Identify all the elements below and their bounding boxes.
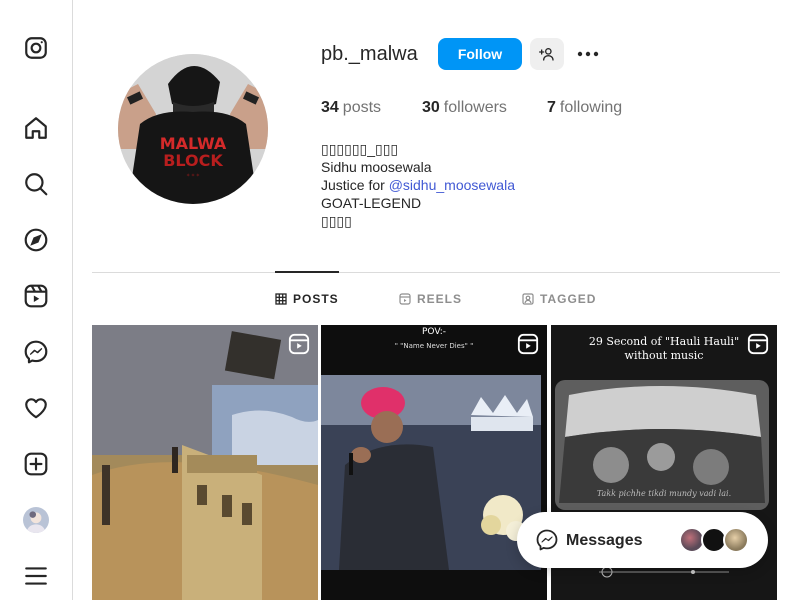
explore-icon[interactable] — [22, 226, 50, 254]
profile-picture[interactable]: MALWA BLOCK * * * — [118, 54, 268, 204]
grid-icon — [275, 293, 287, 305]
bio-line-3: Justice for @sidhu_moosewala — [321, 176, 515, 194]
post-3-caption: Takk pichhe tikdi mundy vadi lai. — [596, 489, 732, 498]
post-2-subtitle: " "Name Never Dies" " — [394, 342, 474, 350]
bio-line-4: GOAT-LEGEND — [321, 195, 422, 211]
posts-stat: 34 posts — [321, 99, 381, 117]
bio-line-5: ▯▯▯▯ — [321, 213, 352, 229]
post-1-image — [92, 325, 318, 600]
tabs-divider — [92, 272, 780, 273]
profile-avatar[interactable] — [22, 506, 50, 534]
tab-posts-label: POSTS — [293, 292, 339, 306]
reels-icon[interactable] — [22, 282, 50, 310]
post-thumbnail[interactable]: POV:- " "Name Never Dies" " — [321, 325, 547, 600]
messenger-icon — [536, 529, 558, 551]
bio-mention-link[interactable]: @sidhu_moosewala — [389, 177, 515, 193]
add-person-icon — [539, 48, 554, 61]
reels-tab-icon — [399, 293, 411, 305]
menu-icon[interactable] — [22, 562, 50, 590]
post-2-image — [321, 325, 547, 600]
active-tab-indicator — [275, 271, 339, 273]
follow-button[interactable]: Follow — [438, 38, 522, 70]
tagged-icon — [522, 293, 534, 305]
messenger-icon[interactable] — [22, 338, 50, 366]
post-3-title: 29 Second of "Hauli Hauli" without music — [588, 335, 740, 362]
followers-count: 30 — [422, 99, 440, 116]
post-thumbnail[interactable] — [92, 325, 318, 600]
profile-bio: ▯▯▯▯▯▯_▯▯▯ Sidhu moosewala Justice for @… — [321, 140, 515, 230]
tab-posts[interactable]: POSTS — [275, 292, 339, 306]
tab-reels-label: REELS — [417, 292, 463, 306]
post-2-title: POV:- — [421, 327, 447, 337]
sidebar — [0, 0, 73, 600]
reel-badge-icon — [747, 333, 769, 355]
bio-line-3-prefix: Justice for — [321, 177, 389, 193]
followers-stat[interactable]: 30 followers — [422, 99, 507, 117]
followers-label: followers — [443, 99, 507, 116]
posts-label: posts — [342, 99, 382, 116]
bio-line-2: Sidhu moosewala — [321, 159, 432, 175]
posts-count: 34 — [321, 99, 339, 116]
reel-badge-icon — [517, 333, 539, 355]
svg-text:BLOCK: BLOCK — [163, 151, 223, 170]
message-avatar — [723, 527, 749, 553]
tab-tagged-label: TAGGED — [540, 292, 597, 306]
reel-badge-icon — [288, 333, 310, 355]
suggested-users-button[interactable] — [530, 38, 564, 70]
svg-text:* * *: * * * — [187, 173, 200, 180]
bio-line-1: ▯▯▯▯▯▯_▯▯▯ — [321, 141, 399, 157]
tab-reels[interactable]: REELS — [399, 292, 462, 306]
more-options-button[interactable] — [574, 42, 602, 66]
heart-icon[interactable] — [22, 394, 50, 422]
instagram-icon[interactable] — [22, 34, 50, 62]
home-icon[interactable] — [22, 114, 50, 142]
more-dots-icon — [577, 51, 599, 57]
following-stat[interactable]: 7 following — [547, 99, 622, 117]
search-icon[interactable] — [22, 170, 50, 198]
messages-label: Messages — [566, 532, 643, 549]
profile-username: pb._malwa — [321, 43, 418, 65]
following-count: 7 — [547, 99, 556, 116]
messages-button[interactable]: Messages — [517, 512, 768, 568]
following-label: following — [559, 99, 623, 116]
create-icon[interactable] — [22, 450, 50, 478]
tab-tagged[interactable]: TAGGED — [522, 292, 596, 306]
